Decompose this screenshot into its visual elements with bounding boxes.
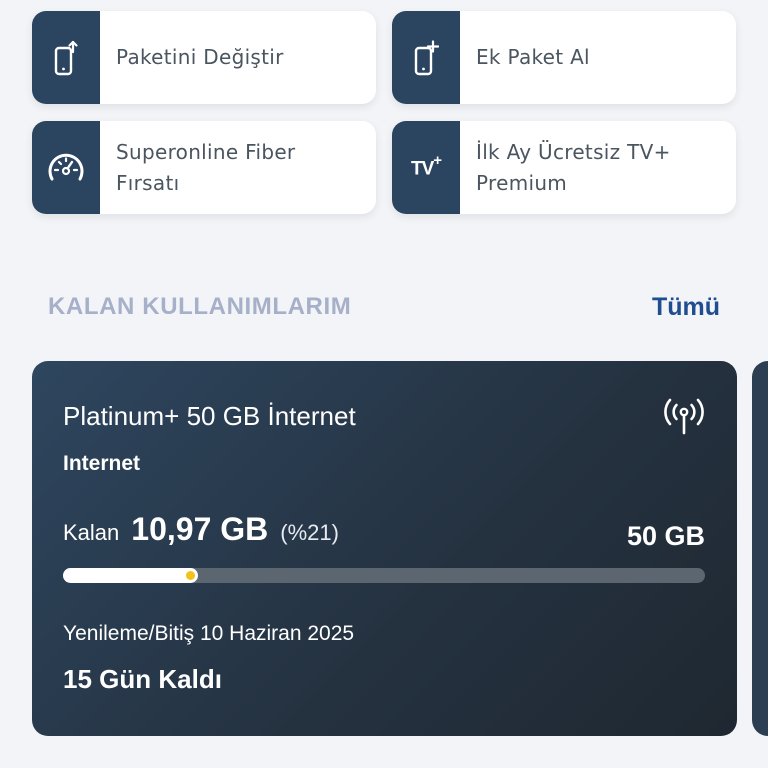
tile-label: İlk Ay Ücretsiz TV+ Premium <box>476 139 671 195</box>
usage-progress-marker <box>186 571 195 580</box>
section-title: KALAN KULLANIMLARIM <box>48 293 352 320</box>
phone-add-icon <box>414 39 439 75</box>
tv-plus-icon: TV+ <box>410 152 442 180</box>
usage-progress-fill <box>63 568 198 583</box>
remaining-value: 10,97 GB <box>131 511 269 547</box>
tile-label: Paketini Değiştir <box>116 45 284 69</box>
total-quota: 50 GB <box>626 521 705 551</box>
buy-extra-package-button[interactable]: Ek Paket Al <box>392 11 736 104</box>
usage-progress-bar <box>63 568 705 583</box>
speedometer-icon <box>48 153 84 180</box>
tile-icon-container <box>32 11 100 104</box>
tile-icon-container <box>392 11 460 104</box>
usage-card[interactable]: Platinum+ 50 GB İnternet Internet Kalan … <box>32 361 737 736</box>
phone-upgrade-icon <box>54 40 78 75</box>
tv-plus-offer-button[interactable]: TV+ İlk Ay Ücretsiz TV+ Premium <box>392 121 736 214</box>
see-all-link[interactable]: Tümü <box>652 293 720 322</box>
renewal-date: Yenileme/Bitiş 10 Haziran 2025 <box>63 622 355 645</box>
tile-icon-container: TV+ <box>392 121 460 214</box>
package-type: Internet <box>63 452 141 475</box>
days-left: 15 Gün Kaldı <box>63 664 222 694</box>
package-title: Platinum+ 50 GB İnternet <box>63 401 356 431</box>
remaining-label: Kalan <box>63 520 120 545</box>
remaining-percent: (%21) <box>280 520 339 545</box>
app-screen: Paketini Değiştir Ek Paket Al Superonlin… <box>0 0 768 768</box>
next-usage-card[interactable] <box>752 361 768 736</box>
change-package-button[interactable]: Paketini Değiştir <box>32 11 376 104</box>
tile-label: Ek Paket Al <box>476 45 590 69</box>
tile-label: Superonline Fiber Fırsatı <box>116 139 296 195</box>
signal-antenna-icon <box>664 398 704 435</box>
fiber-offer-button[interactable]: Superonline Fiber Fırsatı <box>32 121 376 214</box>
tile-icon-container <box>32 121 100 214</box>
remaining-row: Kalan 10,97 GB (%21) <box>63 511 339 548</box>
